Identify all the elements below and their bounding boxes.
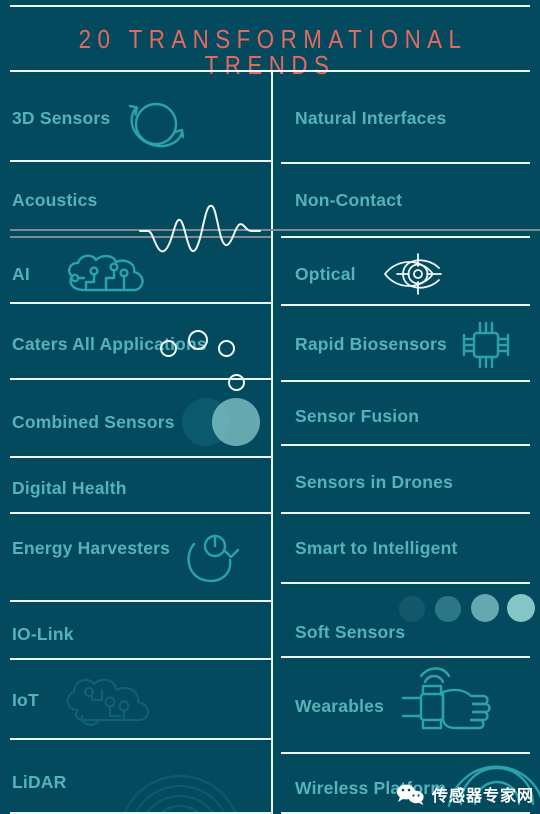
- trend-cell-optical[interactable]: Optical: [271, 240, 540, 306]
- cell-divider: [281, 512, 530, 514]
- power-recycle-icon: [184, 530, 246, 590]
- trend-cell-ai[interactable]: AI: [0, 240, 271, 304]
- cell-divider: [281, 304, 530, 306]
- cell-divider: [10, 378, 271, 380]
- trend-cell-rapid-biosensors[interactable]: Rapid Biosensors: [271, 308, 540, 382]
- trend-cell-io-link[interactable]: IO-Link: [0, 604, 271, 660]
- venn-circles-icon: [182, 398, 262, 446]
- trend-label: Sensor Fusion: [295, 406, 420, 426]
- cell-divider: [10, 600, 271, 602]
- cell-divider: [281, 656, 530, 658]
- trend-label: Combined Sensors: [12, 412, 175, 432]
- cell-divider: [10, 302, 271, 304]
- trend-label: IO-Link: [12, 624, 74, 644]
- gradient-dots-icon: [399, 592, 535, 626]
- cell-divider: [10, 456, 271, 458]
- smartwatch-wrist-icon: [401, 667, 497, 748]
- trend-cell-non-contact[interactable]: Non-Contact: [271, 166, 540, 238]
- brain-circuit-icon: [62, 246, 154, 298]
- cell-divider: [281, 236, 530, 238]
- bubbles-icon: [150, 306, 260, 391]
- poster-header: 20 TRANSFORMATIONAL TRENDS: [0, 0, 540, 78]
- trend-cell-natural-interfaces[interactable]: Natural Interfaces: [271, 72, 540, 164]
- trend-label: Non-Contact: [295, 190, 403, 210]
- network-cloud-icon: [62, 672, 168, 734]
- left-column: 3D Sensors Acoustics AI Caters All Appli…: [0, 72, 271, 814]
- trend-cell-combined-sensors[interactable]: Combined Sensors: [0, 382, 271, 458]
- trend-label: Optical: [295, 264, 356, 284]
- watermark-text: 传感器专家网: [431, 786, 534, 805]
- cell-divider: [281, 162, 530, 164]
- trend-cell-energy-harvesters[interactable]: Energy Harvesters: [0, 516, 271, 602]
- trend-cell-sensor-fusion[interactable]: Sensor Fusion: [271, 384, 540, 446]
- cell-divider: [10, 512, 271, 514]
- trend-cell-acoustics[interactable]: Acoustics: [0, 164, 271, 238]
- cell-divider: [10, 160, 271, 162]
- trend-cell-iot[interactable]: IoT: [0, 662, 271, 740]
- cell-divider: [281, 444, 530, 446]
- trend-cell-3d-sensors[interactable]: 3D Sensors: [0, 72, 271, 162]
- cell-divider: [281, 582, 530, 584]
- trend-cell-digital-health[interactable]: Digital Health: [0, 460, 271, 514]
- cell-divider: [281, 380, 530, 382]
- right-column: Natural Interfaces Non-Contact Optical R…: [271, 72, 540, 814]
- eye-crosshair-icon: [379, 248, 457, 300]
- infographic-poster: 20 TRANSFORMATIONAL TRENDS 3D Sensors Ac…: [0, 0, 540, 814]
- trend-cell-wearables[interactable]: Wearables: [271, 660, 540, 754]
- planet-orbit-icon: [120, 94, 190, 154]
- trend-label: Digital Health: [12, 478, 127, 498]
- cell-divider: [10, 738, 271, 740]
- trends-grid: 3D Sensors Acoustics AI Caters All Appli…: [0, 72, 540, 814]
- trend-label: IoT: [12, 690, 39, 710]
- wechat-icon: [396, 783, 426, 805]
- concentric-arcs-icon: [118, 758, 242, 814]
- trend-label: Soft Sensors: [295, 622, 406, 642]
- trend-cell-caters-all-applications[interactable]: Caters All Applications: [0, 306, 271, 391]
- trend-label: Smart to Intelligent: [295, 538, 458, 558]
- trend-label: 3D Sensors: [12, 108, 111, 128]
- microchip-icon: [457, 316, 515, 374]
- trend-cell-lidar[interactable]: LiDAR: [0, 742, 271, 814]
- trend-label: AI: [12, 264, 30, 284]
- trend-cell-sensors-in-drones[interactable]: Sensors in Drones: [271, 448, 540, 514]
- trend-label: Wearables: [295, 696, 385, 716]
- trend-label: LiDAR: [12, 772, 67, 792]
- cell-divider: [10, 236, 271, 238]
- cell-divider: [10, 658, 271, 660]
- trend-label: Energy Harvesters: [12, 538, 171, 558]
- trend-label: Acoustics: [12, 190, 98, 210]
- header-top-rule: [10, 5, 530, 7]
- trend-label: Natural Interfaces: [295, 108, 447, 128]
- trend-label: Sensors in Drones: [295, 472, 454, 492]
- watermark: 传感器专家网: [396, 782, 534, 806]
- trend-label: Rapid Biosensors: [295, 334, 447, 354]
- trend-cell-soft-sensors[interactable]: Soft Sensors: [271, 586, 540, 658]
- trend-cell-smart-to-intelligent[interactable]: Smart to Intelligent: [271, 516, 540, 584]
